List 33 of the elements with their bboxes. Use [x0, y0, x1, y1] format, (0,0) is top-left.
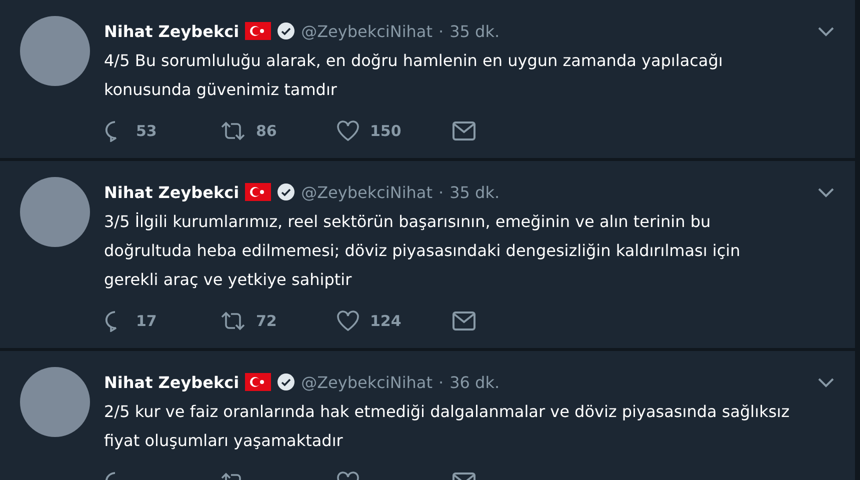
retweet-count: 86 — [256, 122, 277, 140]
tweet-text: 3/5 İlgili kurumlarımız, reel sektörün başarısının, emeğinin ve alın terinin bu doğrultuda heba edilmemesi; döviz piyasasındaki dengesizliğin kaldırılması için gerekli araç ve yetkiye sahiptir — [104, 211, 742, 291]
author-handle[interactable]: @ZeybekciNihat — [301, 182, 432, 202]
separator: · — [438, 182, 444, 202]
flag-icon — [245, 22, 272, 40]
chevron-down-icon[interactable] — [817, 376, 835, 388]
author-name[interactable]: Nihat Zeybekci — [104, 372, 240, 392]
separator: · — [438, 22, 444, 40]
retweet-icon[interactable] — [220, 311, 246, 331]
author-handle[interactable]: @ZeybekciNihat — [301, 372, 432, 392]
tweet-time[interactable]: 35 dk. — [450, 182, 500, 202]
like-count: 150 — [370, 122, 402, 140]
tweet-time[interactable]: 35 dk. — [450, 22, 500, 40]
retweet-count: 72 — [256, 312, 277, 330]
flag-icon — [245, 183, 272, 201]
reply-count: 53 — [136, 122, 157, 140]
author-handle[interactable]: @ZeybekciNihat — [301, 22, 432, 40]
reply-count: 17 — [136, 312, 157, 330]
separator: · — [438, 372, 444, 392]
chevron-down-icon[interactable] — [817, 25, 835, 37]
tweet-text: 2/5 kur ve faiz oranlarında hak etmediği dalgalanmalar ve döviz piyasasında sağlıksız fiyat oluşumları yaşamaktadır — [104, 401, 791, 452]
envelope-icon[interactable] — [452, 311, 476, 331]
like-count: 124 — [370, 312, 402, 330]
author-name[interactable]: Nihat Zeybekci — [104, 182, 240, 202]
heart-icon[interactable] — [336, 120, 360, 142]
tweet-text: 4/5 Bu sorumluluğu alarak, en doğru hamlenin en uygun zamanda yapılacağı konusunda güvenimiz tamdır — [104, 50, 724, 101]
flag-icon — [245, 373, 272, 391]
author-name[interactable]: Nihat Zeybekci — [104, 22, 240, 40]
envelope-icon[interactable] — [452, 121, 476, 141]
tweet-time[interactable]: 36 dk. — [450, 372, 500, 392]
heart-icon[interactable] — [336, 310, 360, 332]
retweet-icon[interactable] — [220, 121, 246, 141]
chevron-down-icon[interactable] — [817, 186, 835, 198]
